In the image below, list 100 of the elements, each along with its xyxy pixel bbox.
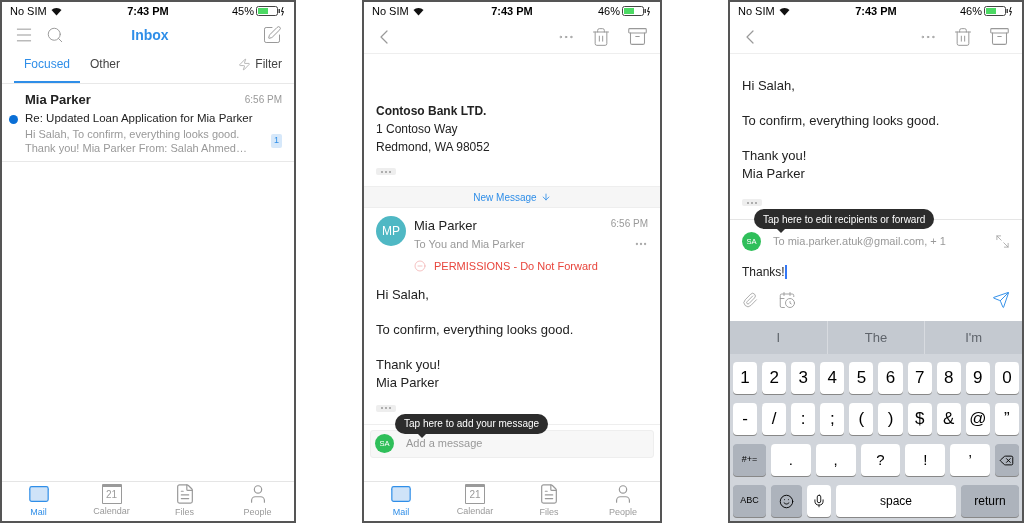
backspace-icon [999,452,1015,468]
body-text: Thank you! [376,356,441,373]
message-preview: Thank you! Mia Parker From: Salah Ahmed… [25,140,247,155]
keyboard-key[interactable]: - [733,403,758,435]
word-suggestion[interactable]: I'm [924,321,1022,354]
body-text: Mia Parker [742,166,805,182]
permission-label: PERMISSIONS - Do Not Forward [434,259,598,274]
wifi-icon [412,6,424,16]
archive-button[interactable] [627,26,648,47]
avatar: MP [376,216,406,246]
keyboard-key[interactable]: ’ [950,444,990,476]
keyboard-key[interactable]: 2 [762,362,787,394]
sender-name: Mia Parker [25,91,91,109]
microphone-icon [812,494,826,508]
clock: 7:43 PM [855,3,897,19]
body-text: Hi Salah, [376,286,429,303]
lightning-icon [238,57,252,71]
screen-title: Inbox [131,25,170,45]
keyboard-key[interactable]: ) [878,403,903,435]
wifi-icon [778,6,790,16]
expand-quoted-button[interactable] [742,199,762,206]
backspace-key[interactable] [995,444,1019,476]
battery-percentage: 45% [231,3,254,19]
keyboard-key[interactable]: ( [849,403,874,435]
search-button[interactable] [46,26,64,44]
body-text: Hi Salah, [742,78,795,94]
message-list-item[interactable]: Mia Parker 6:56 PM Re: Updated Loan Application for Mia Parker Hi Salah, To confirm, everything looks good. Thank you! Mia Parker From: Salah Ahmed… 1 [2,84,294,162]
keyboard-key[interactable]: 3 [791,362,816,394]
sender-name: Mia Parker [414,217,477,235]
battery-percentage: 46% [597,3,620,19]
filter-button[interactable]: Filter [238,55,282,83]
keyboard-key[interactable]: 5 [849,362,874,394]
document-icon [538,483,560,506]
tab[interactable]: Other [80,55,131,83]
message-preview: Hi Salah, To confirm, everything looks good. [25,126,241,141]
keyboard-key[interactable]: 0 [994,362,1019,394]
emoji-key[interactable] [771,485,802,517]
carrier: No SIM [372,3,409,19]
arrow-down-icon [540,192,551,202]
word-suggestion[interactable]: The [826,321,925,354]
keyboard-key[interactable]: ! [905,444,946,476]
delete-button[interactable] [591,26,611,47]
keyboard-key[interactable]: 9 [965,362,990,394]
keyboard-key[interactable]: . [771,444,811,476]
keyboard-key[interactable]: : [791,403,816,435]
keyboard-key[interactable]: ; [820,403,845,435]
delete-button[interactable] [953,26,973,47]
minus-circle-icon [414,260,426,273]
keyboard-key[interactable]: $ [907,403,932,435]
schedule-button[interactable] [778,291,796,309]
calendar-icon: 21 [465,484,485,505]
message-input[interactable]: Add a message [406,435,649,452]
reply-input[interactable]: Thanks! [742,263,1010,281]
calendar-icon: 21 [101,484,122,505]
recipients: To You and Mia Parker [414,236,525,252]
tab-bar-item[interactable]: Mail [364,482,438,521]
space-key[interactable]: space [836,485,956,517]
tab-bar-item[interactable]: Mail [2,482,75,521]
archive-button[interactable] [989,26,1010,47]
clock: 7:43 PM [127,3,169,19]
message-time: 6:56 PM [244,93,282,108]
message-time: 6:56 PM [610,217,648,231]
expand-button[interactable] [995,234,1010,249]
keyboard-key[interactable]: ? [860,444,901,476]
dictation-key[interactable] [807,485,831,517]
keyboard-key[interactable]: & [936,403,961,435]
keyboard-key[interactable]: , [815,444,856,476]
keyboard-key[interactable]: @ [965,403,990,435]
keyboard-key[interactable]: / [762,403,787,435]
compose-button[interactable] [262,25,282,45]
keyboard-key[interactable]: #+= [733,444,766,476]
expand-quoted-button[interactable] [376,168,396,175]
address-line: Contoso Bank LTD. [376,104,487,118]
tab[interactable]: Focused [14,55,81,83]
carrier: No SIM [738,3,775,19]
keyboard-key[interactable]: ” [994,403,1019,435]
address-line: 1 Contoso Way [376,122,458,136]
keyboard-key[interactable]: 4 [820,362,845,394]
body-text: Mia Parker [376,374,439,391]
address-line: Redmond, WA 98052 [376,140,490,154]
thread-count: 1 [271,134,282,148]
keyboard-key[interactable]: 6 [878,362,903,394]
message-subject: Re: Updated Loan Application for Mia Parker [25,110,254,126]
clock: 7:43 PM [491,3,533,19]
battery-percentage: 46% [959,3,982,19]
body-text: To confirm, everything looks good. [742,113,940,129]
smiley-icon [779,493,794,509]
battery-icon [622,6,652,16]
carrier: No SIM [10,3,47,19]
body-text: To confirm, everything looks good. [376,321,574,338]
battery-icon [256,6,286,16]
attach-button[interactable] [742,292,758,308]
keyboard-key[interactable]: 7 [907,362,932,394]
word-suggestion[interactable]: I [730,321,827,354]
keyboard-key[interactable]: 8 [936,362,961,394]
return-key[interactable]: return [961,485,1019,517]
expand-quoted-button[interactable] [376,404,396,412]
keyboard-key[interactable]: ABC [733,485,766,517]
keyboard-key[interactable]: 1 [733,362,758,394]
send-button[interactable] [992,291,1010,309]
